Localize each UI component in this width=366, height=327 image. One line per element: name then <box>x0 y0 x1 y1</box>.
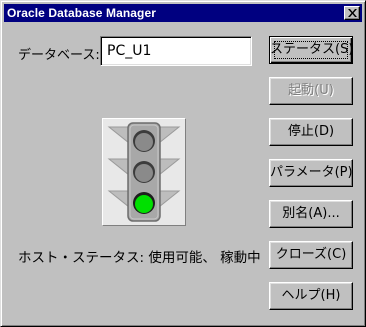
startup-button[interactable]: 起動(U) <box>269 77 353 105</box>
title-bar: Oracle Database Manager <box>4 4 362 22</box>
stop-button-label: 停止(D) <box>287 124 335 139</box>
traffic-light-panel <box>102 118 186 226</box>
status-button[interactable]: ステータス(S) <box>269 36 353 64</box>
focus-rect <box>274 41 348 59</box>
parameters-button-label: パラメータ(P) <box>270 165 353 180</box>
traffic-light-icon <box>107 122 181 222</box>
alias-button[interactable]: 別名(A)... <box>269 200 353 228</box>
close-icon <box>348 9 357 17</box>
close-button[interactable]: クローズ(C) <box>269 241 353 269</box>
database-input[interactable] <box>100 36 252 66</box>
startup-button-label: 起動(U) <box>288 83 334 98</box>
alias-button-label: 別名(A)... <box>282 206 340 221</box>
host-status-text: ホスト・ステータス: 使用可能、 稼動中 <box>18 250 261 266</box>
help-button-label: ヘルプ(H) <box>281 288 341 303</box>
stop-button[interactable]: 停止(D) <box>269 118 353 146</box>
parameters-button[interactable]: パラメータ(P) <box>269 159 353 187</box>
close-button-label: クローズ(C) <box>275 247 347 262</box>
window-title: Oracle Database Manager <box>7 6 157 20</box>
database-label: データベース: <box>18 48 100 63</box>
help-button[interactable]: ヘルプ(H) <box>269 282 353 310</box>
dialog-window: Oracle Database Manager データベース: ステータス(S)… <box>0 0 366 327</box>
close-window-button[interactable] <box>344 6 360 20</box>
